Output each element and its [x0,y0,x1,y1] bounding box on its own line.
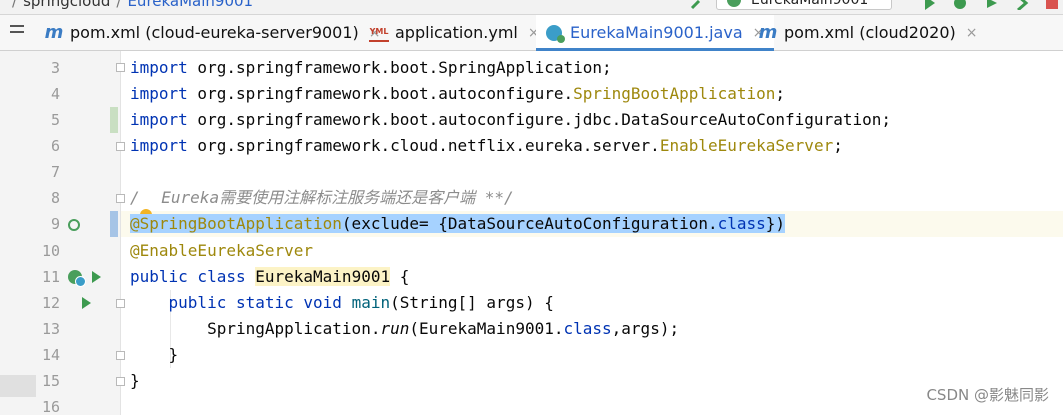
line-number: 10 [41,242,60,260]
stop-icon[interactable] [1045,0,1059,10]
build-hammer-icon[interactable] [690,0,704,10]
code-line-3[interactable]: 3 import org.springframework.boot.Spring… [0,55,1063,81]
line-number: 7 [50,163,60,181]
code-line-8[interactable]: 8 / Eureka需要使用注解标注服务端还是客户端 **/ [0,185,1063,224]
spring-bean-icon[interactable] [68,270,86,287]
maven-icon: m [758,22,778,43]
line-number: 4 [50,85,60,103]
line-number: 5 [50,111,60,129]
run-gutter-icon[interactable] [92,271,101,283]
coverage-icon[interactable] [985,0,999,10]
run-gutter-icon[interactable] [82,297,91,309]
tab-eurekamain9001-java[interactable]: EurekaMain9001.java × [536,15,775,51]
run-configuration-label: EurekaMain9001 [751,0,869,8]
tab-list-menu-icon[interactable] [10,25,24,39]
code-text[interactable]: import org.springframework.boot.autoconf… [130,107,891,133]
run-configuration-selector[interactable]: EurekaMain9001 [716,0,892,10]
find-usages-icon[interactable] [68,219,80,231]
run-icon[interactable] [922,0,936,10]
line-number: 8 [50,189,60,207]
tab-label: application.yml [395,23,518,42]
code-text[interactable]: import org.springframework.cloud.netflix… [130,133,843,159]
line-number: 6 [50,137,60,155]
spring-boot-icon [727,0,741,7]
line-number: 9 [50,215,60,233]
line-number: 11 [41,268,60,286]
fold-marker-icon[interactable] [116,142,125,151]
tab-label: EurekaMain9001.java [570,23,743,42]
code-line-5[interactable]: 5 import org.springframework.boot.autoco… [0,107,1063,133]
vcs-change-marker[interactable] [110,107,118,133]
fold-marker-icon[interactable] [116,299,125,308]
editor-tab-bar: m pom.xml (cloud-eureka-server9001) × YM… [0,15,1063,51]
breadcrumb-item-project[interactable]: springcloud [23,0,110,10]
breadcrumb: / springcloud / EurekaMain9001 [6,0,253,10]
code-text[interactable]: } [130,342,179,368]
code-text[interactable]: SpringApplication.run(EurekaMain9001.cla… [130,316,679,342]
code-text[interactable]: @SpringBootApplication(exclude= {DataSou… [130,211,786,237]
line-number: 12 [41,294,60,312]
navigation-bar: / springcloud / EurekaMain9001 EurekaMain90… [0,0,1063,15]
close-icon[interactable]: × [966,25,978,41]
line-number: 16 [41,398,60,416]
breadcrumb-item-class[interactable]: EurekaMain9001 [127,0,253,10]
watermark: CSDN @影魅同影 [926,386,1049,404]
code-text[interactable]: / Eureka需要使用注解标注服务端还是客户端 **/ [130,185,514,224]
tab-pom-eureka-server[interactable]: m pom.xml (cloud-eureka-server9001) × [44,15,381,50]
vcs-change-marker[interactable] [110,211,118,237]
code-text[interactable]: import org.springframework.boot.SpringAp… [130,55,612,81]
java-class-icon [546,24,565,43]
tab-label: pom.xml (cloud-eureka-server9001) [70,23,359,42]
line-number: 3 [50,59,60,77]
code-line-12[interactable]: 12 public static void main(String[] args… [0,290,1063,316]
code-text[interactable]: } [130,368,140,394]
breadcrumb-separator: / [12,0,18,10]
code-line-16[interactable]: 16 [0,394,1063,420]
tab-application-yml[interactable]: YML application.yml × [369,15,540,50]
code-line-10[interactable]: 10 @EnableEurekaServer [0,238,1063,264]
code-text[interactable]: import org.springframework.boot.autoconf… [130,81,785,107]
code-text[interactable]: @EnableEurekaServer [130,238,313,264]
fold-marker-icon[interactable] [116,194,125,203]
maven-icon: m [44,22,64,43]
breadcrumb-separator: / [116,0,122,10]
code-line-14[interactable]: 14 } [0,342,1063,368]
debug-icon[interactable] [953,0,967,10]
code-line-6[interactable]: 6 import org.springframework.cloud.netfl… [0,133,1063,159]
code-text[interactable]: public class EurekaMain9001 { [130,264,409,290]
code-line-9[interactable]: 9 @SpringBootApplication(exclude= {DataS… [0,211,1063,237]
line-number: 14 [41,346,60,364]
code-line-4[interactable]: 4 import org.springframework.boot.autoco… [0,81,1063,107]
tab-label: pom.xml (cloud2020) [784,23,956,42]
code-text[interactable]: public static void main(String[] args) { [130,290,554,316]
profiler-icon[interactable] [1015,0,1029,10]
line-number: 13 [41,320,60,338]
line-number: 15 [41,372,60,390]
code-line-11[interactable]: 11 public class EurekaMain9001 { [0,264,1063,290]
fold-marker-icon[interactable] [116,351,125,360]
fold-marker-icon[interactable] [116,377,125,386]
tab-pom-cloud2020[interactable]: m pom.xml (cloud2020) × [758,15,978,50]
yml-icon: YML [369,24,389,42]
code-line-15[interactable]: 15 } [0,368,1063,394]
fold-marker-icon[interactable] [116,63,125,72]
code-line-7[interactable]: 7 [0,159,1063,185]
code-line-13[interactable]: 13 SpringApplication.run(EurekaMain9001.… [0,316,1063,342]
